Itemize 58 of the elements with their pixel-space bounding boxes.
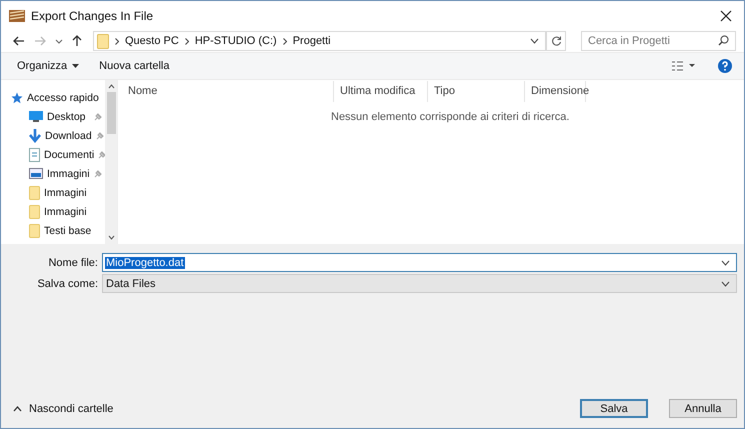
chevron-up-icon (13, 406, 22, 412)
address-bar[interactable]: Questo PC HP-STUDIO (C:) Progetti (93, 31, 546, 51)
close-icon[interactable] (720, 10, 732, 22)
chevron-right-icon (115, 38, 119, 44)
help-icon[interactable] (718, 59, 732, 73)
chevron-down-icon[interactable] (721, 260, 730, 266)
save-button[interactable]: Salva (580, 399, 648, 418)
chevron-down-icon[interactable] (530, 38, 539, 44)
field-label: Nome file: (47, 256, 99, 268)
chevron-right-icon (184, 38, 189, 44)
refresh-button[interactable] (546, 31, 566, 51)
sidebar-item[interactable]: Immagini (1, 183, 105, 202)
new-folder-button[interactable]: Nuova cartella (93, 57, 176, 75)
breadcrumb-item[interactable]: Progetti (292, 35, 331, 47)
document-icon (29, 148, 40, 162)
sidebar-item[interactable]: Accesso rapido (1, 88, 105, 107)
view-options-icon[interactable] (672, 61, 696, 71)
scrollbar-thumb[interactable] (106, 92, 116, 134)
sidebar-item[interactable]: Documenti (1, 145, 105, 164)
chevron-right-icon (282, 38, 287, 44)
folder-icon (29, 186, 40, 200)
file-name-field[interactable]: MioProgetto.dat (102, 253, 737, 272)
cancel-button[interactable]: Annulla (669, 399, 737, 418)
scroll-up-icon[interactable] (108, 84, 114, 89)
caret-down-icon (72, 64, 80, 68)
column-header[interactable]: Nome (118, 81, 334, 102)
empty-message: Nessun elemento corrisponde ai criteri di ricerca. (330, 111, 570, 123)
field-label: Salva come: (36, 278, 99, 290)
scroll-down-icon[interactable] (108, 235, 114, 240)
breadcrumb-item[interactable]: HP-STUDIO (C:) (194, 35, 277, 47)
picture-icon (29, 168, 43, 179)
folder-icon (29, 224, 40, 238)
hide-folders-button[interactable]: Nascondi cartelle (13, 402, 114, 414)
sidebar-item[interactable]: Immagini (1, 164, 105, 183)
monitor-icon (29, 111, 43, 122)
down-arrow-icon (29, 128, 41, 142)
breadcrumb-item[interactable]: Questo PC (125, 35, 179, 47)
sidebar-item[interactable]: Desktop (1, 107, 105, 126)
chevron-down-icon[interactable] (55, 38, 63, 44)
sidebar-item[interactable]: Testi base (1, 221, 105, 240)
organize-menu-button[interactable]: Organizza (11, 57, 86, 75)
app-icon (9, 8, 25, 22)
search-field[interactable]: Cerca in Progetti (581, 31, 736, 51)
back-arrow-icon[interactable] (13, 36, 25, 46)
search-icon (718, 35, 729, 46)
column-header[interactable]: Ultima modifica (334, 81, 428, 102)
star-icon (11, 92, 23, 104)
sidebar-item[interactable]: Immagini (1, 202, 105, 221)
scrollbar[interactable] (105, 80, 117, 244)
up-arrow-icon[interactable] (72, 35, 82, 47)
column-header[interactable]: Tipo (428, 81, 525, 102)
window-title: Export Changes In File (31, 8, 154, 22)
folder-icon (29, 204, 40, 218)
file-type-dropdown[interactable]: Data Files (102, 274, 737, 293)
sidebar-item[interactable]: Download (1, 126, 105, 145)
chevron-down-icon (721, 280, 730, 286)
folder-icon (97, 34, 109, 48)
refresh-icon (550, 36, 562, 46)
